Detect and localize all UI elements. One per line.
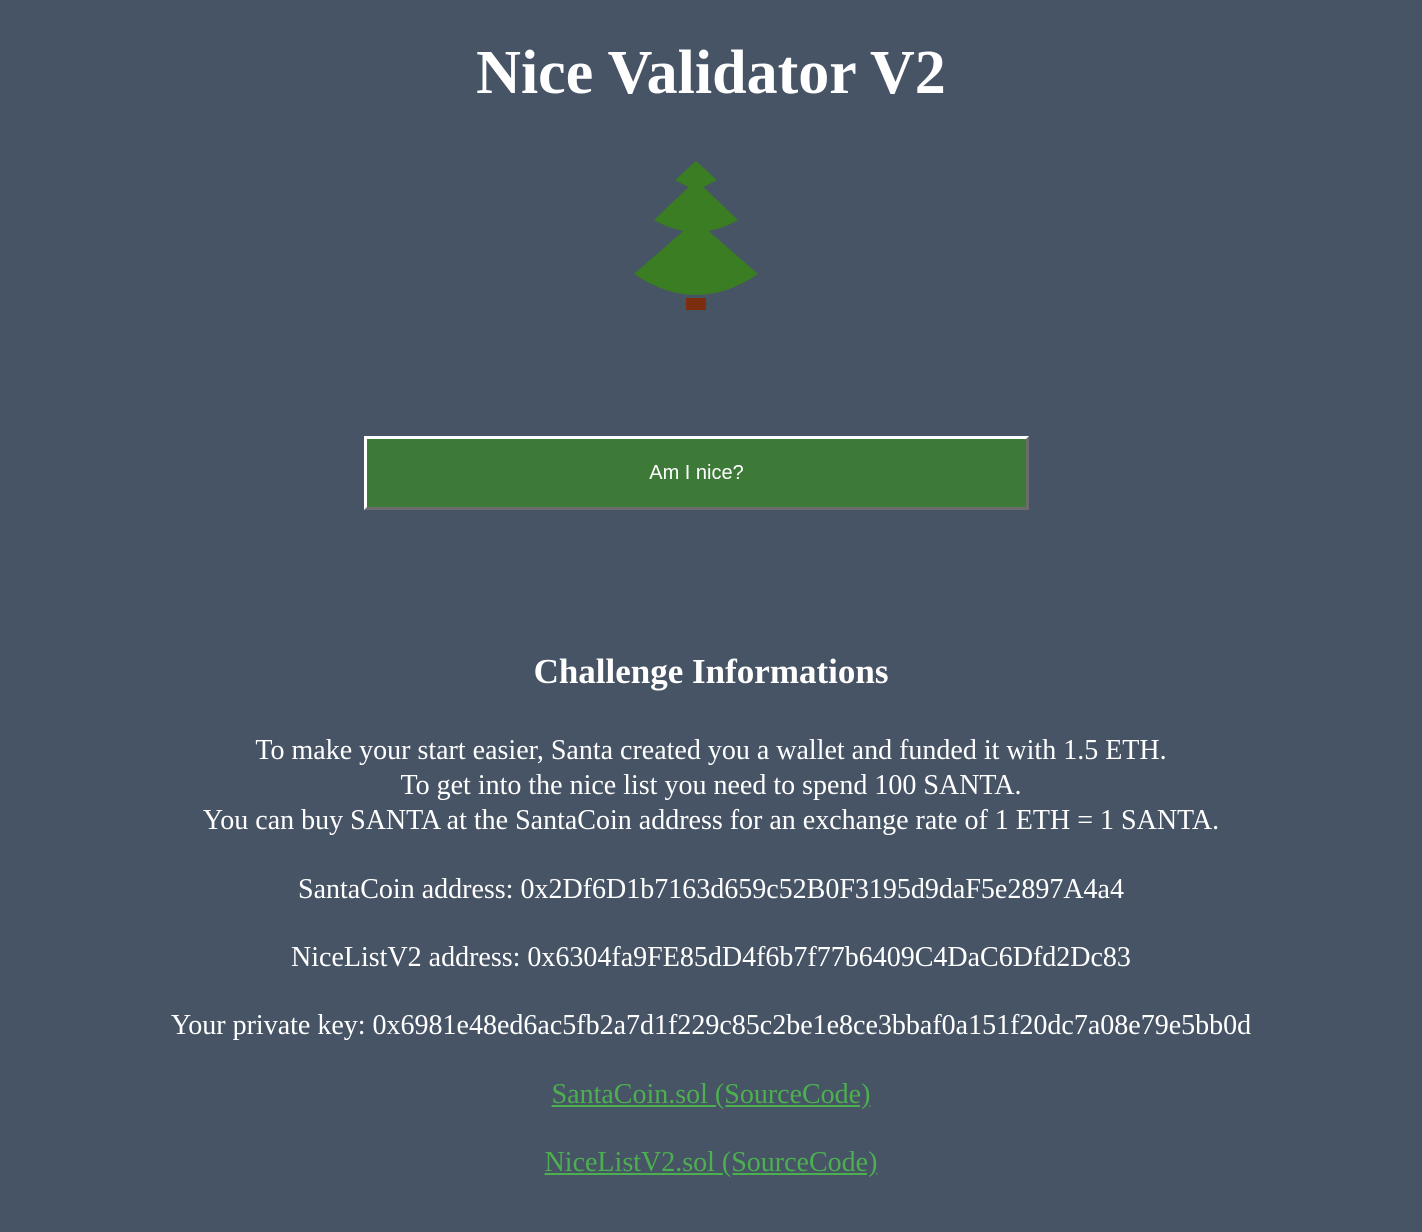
- santacoin-source-link[interactable]: SantaCoin.sol (SourceCode): [552, 1079, 871, 1110]
- page-title: Nice Validator V2: [476, 39, 946, 107]
- christmas-tree-icon: [634, 161, 758, 310]
- intro-line: You can buy SANTA at the SantaCoin addre…: [202, 805, 1220, 836]
- nicelist-source-link-row: NiceListV2.sol (SourceCode): [0, 1145, 1422, 1181]
- intro-line: To make your start easier, Santa created…: [255, 735, 1167, 766]
- tree-trunk: [686, 298, 706, 310]
- nicelist-address: NiceListV2 address: 0x6304fa9FE85dD4f6b7…: [291, 942, 1131, 973]
- challenge-info-heading: Challenge Informations: [533, 652, 889, 691]
- tree-top-tier: [675, 161, 717, 191]
- nicelist-source-link[interactable]: NiceListV2.sol (SourceCode): [545, 1147, 878, 1178]
- santacoin-source-link-row: SantaCoin.sol (SourceCode): [0, 1077, 1422, 1113]
- challenge-intro: To make your start easier, Santa created…: [0, 733, 1422, 838]
- santacoin-address: SantaCoin address: 0x2Df6D1b7163d659c52B…: [298, 874, 1124, 905]
- private-key: Your private key: 0x6981e48ed6ac5fb2a7d1…: [170, 1010, 1252, 1041]
- intro-line: To get into the nice list you need to sp…: [400, 770, 1022, 801]
- am-i-nice-button[interactable]: Am I nice?: [364, 436, 1029, 510]
